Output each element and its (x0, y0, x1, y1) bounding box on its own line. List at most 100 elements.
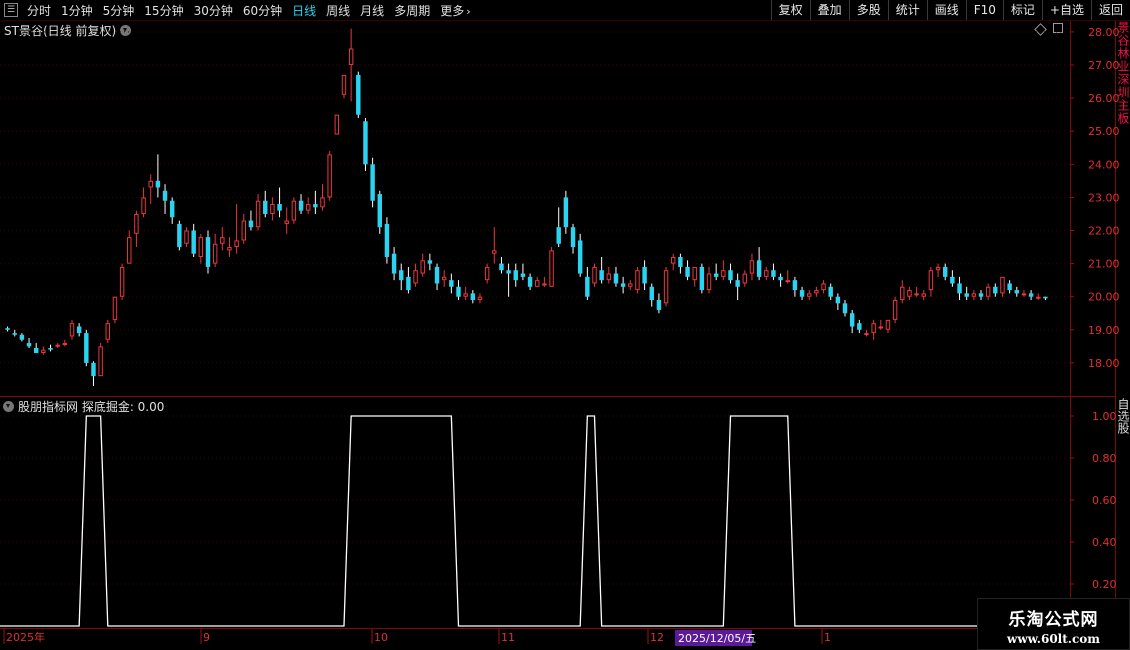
candle-body (284, 220, 289, 224)
toolbar-button-4[interactable]: 画线 (926, 0, 966, 20)
candle-body (313, 204, 318, 208)
period-tab-8[interactable]: 月线 (355, 2, 389, 19)
toolbar-button-1[interactable]: 叠加 (809, 0, 849, 20)
toolbar-button-5[interactable]: F10 (965, 0, 1003, 20)
toolbar-button-8[interactable]: 返回 (1090, 0, 1130, 20)
candle-body (119, 266, 125, 297)
candle-body (98, 346, 103, 377)
candle-body (234, 240, 239, 248)
candle-body (162, 190, 168, 201)
candle-body (542, 283, 547, 286)
candle-body (449, 280, 454, 287)
candle-body (84, 333, 89, 363)
candle-body (649, 286, 654, 301)
side-panel-lower-text: 自选股 (1116, 398, 1130, 434)
menu-icon[interactable]: ☰ (4, 3, 18, 17)
period-tab-7[interactable]: 周线 (321, 2, 355, 19)
candle-body (950, 276, 955, 284)
candle-body (384, 223, 390, 257)
toolbar-button-2[interactable]: 多股 (848, 0, 888, 20)
candle-body (821, 283, 826, 291)
toolbar-button-3[interactable]: 统计 (887, 0, 927, 20)
period-tab-2[interactable]: 5分钟 (98, 2, 140, 19)
candle-body (520, 273, 526, 277)
period-tabs: 分时 1分钟 5分钟 15分钟 30分钟 60分钟 日线 周线 月线 多周期 更多 › (22, 2, 476, 19)
chevron-down-icon[interactable] (120, 25, 132, 36)
candle-body (1036, 296, 1041, 299)
candle-body (255, 200, 261, 228)
candle-body (628, 283, 633, 287)
candle-body (1021, 293, 1027, 296)
candle-body (305, 204, 311, 211)
side-panel-text: 景谷林业深圳主板 (1116, 21, 1130, 125)
candle-body (563, 197, 569, 228)
time-label: 9 (203, 631, 210, 644)
candle-body (785, 280, 790, 283)
candle-body (1000, 276, 1005, 294)
candle-body (463, 293, 468, 297)
candle-body (291, 200, 297, 221)
candle-body (248, 220, 254, 228)
candle-body (205, 237, 211, 267)
candle-body (778, 276, 783, 281)
time-label: 2025年 (6, 630, 45, 644)
candle-body (76, 326, 82, 334)
candle-body (484, 266, 490, 281)
candle-body (957, 283, 962, 294)
candle-body (341, 74, 347, 95)
candle-body (391, 253, 397, 274)
candle-body (477, 296, 483, 301)
candle-body (277, 204, 282, 211)
candle-body (470, 293, 476, 301)
period-tab-1[interactable]: 1分钟 (56, 2, 98, 19)
candle-body (871, 323, 876, 334)
period-tab-4[interactable]: 30分钟 (189, 2, 238, 19)
period-tab-3[interactable]: 15分钟 (139, 2, 188, 19)
candle-body (127, 237, 132, 264)
candle-body (177, 223, 182, 248)
candle-body (1007, 283, 1012, 291)
candle-body (5, 328, 10, 330)
toolbar-button-6[interactable]: 标记 (1002, 0, 1042, 20)
candle-body (420, 260, 425, 274)
candle-body (527, 276, 533, 287)
period-tab-6[interactable]: 日线 (287, 2, 321, 19)
candle-body (756, 260, 762, 277)
square-icon[interactable] (1053, 23, 1063, 33)
candle-body (441, 276, 447, 281)
period-tab-5[interactable]: 60分钟 (238, 2, 287, 19)
candle-body (513, 270, 518, 281)
period-tab-9[interactable]: 多周期 (389, 2, 435, 19)
candle-body (864, 333, 869, 336)
candle-body (535, 280, 540, 287)
candle-body (112, 296, 118, 320)
price-label: 27.00 (1088, 59, 1120, 72)
price-label: 18.00 (1088, 357, 1120, 370)
period-tab-0[interactable]: 分时 (22, 2, 56, 19)
candle-body (370, 164, 375, 201)
toolbar: ☰ 分时 1分钟 5分钟 15分钟 30分钟 60分钟 日线 周线 月线 多周期 更多 › 复权 叠加多… (0, 0, 1130, 21)
candle-body (413, 270, 418, 284)
price-label: 23.00 (1088, 191, 1120, 204)
toolbar-button-0[interactable]: 复权 (770, 0, 810, 20)
price-label: 19.00 (1088, 324, 1120, 337)
candle-body (1028, 293, 1034, 297)
candle-body (985, 286, 991, 297)
chevron-down-icon[interactable] (3, 401, 14, 412)
candle-body (942, 266, 948, 277)
candle-body (549, 250, 554, 287)
time-label: 12 (650, 631, 664, 644)
candle-body (499, 263, 504, 271)
diamond-icon[interactable] (1034, 23, 1047, 36)
cursor-date-box (675, 630, 752, 646)
candle-body (706, 273, 712, 291)
period-tab-10[interactable]: 更多 › (435, 2, 475, 19)
toolbar-button-7[interactable]: +自选 (1041, 0, 1091, 20)
cursor-date: 2025/12/05/五 (678, 632, 756, 645)
candle-body (663, 270, 669, 304)
kline-chart[interactable]: 28.00 27.00 26.00 25.00 24.00 23.00 22.00 21.00… (0, 0, 1130, 650)
side-panel-lower[interactable]: 自选股 (1116, 398, 1130, 628)
candle-body (971, 293, 977, 297)
candle-body (270, 204, 275, 214)
candle-body (241, 220, 246, 241)
